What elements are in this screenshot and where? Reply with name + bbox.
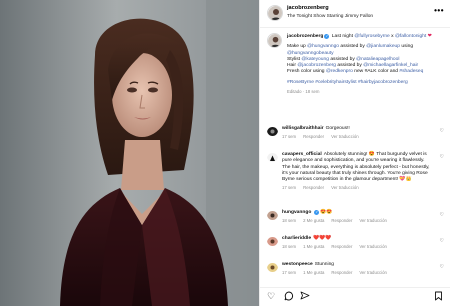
- comment-time: 18 sem: [282, 244, 297, 250]
- reply-button[interactable]: Responder: [303, 185, 324, 191]
- post-location[interactable]: The Tonight Show Starring Jimmy Fallon: [287, 14, 373, 19]
- comments-scroll-area[interactable]: jacobrozenberg ✓ Last night @fullyrosebyr…: [260, 29, 450, 287]
- verified-badge-icon: ✓: [314, 210, 320, 215]
- post-action-bar: ♡: [260, 287, 450, 306]
- reply-button[interactable]: Responder: [331, 270, 352, 276]
- hashtag-link[interactable]: #shadeseq: [399, 69, 423, 74]
- hashtags[interactable]: #RoseByrne #celebrityhairstylist #hairby…: [287, 80, 447, 86]
- more-options-icon[interactable]: •••: [434, 6, 444, 15]
- translate-button[interactable]: Ver traducción: [331, 185, 358, 191]
- mention-link[interactable]: @jianlumakeup: [366, 44, 400, 49]
- comment-icon[interactable]: [284, 291, 294, 303]
- commenter-avatar[interactable]: [267, 235, 278, 246]
- commenter-username[interactable]: hungvanngo: [282, 210, 311, 215]
- caption-username[interactable]: jacobrozenberg: [287, 34, 323, 39]
- reply-button[interactable]: Responder: [331, 218, 352, 224]
- commenter-username[interactable]: willisgalbraithhair: [282, 126, 324, 131]
- commenter-avatar[interactable]: [267, 261, 278, 272]
- post-photo[interactable]: [0, 0, 259, 306]
- reply-button[interactable]: Responder: [331, 244, 352, 250]
- comment-like-heart-icon[interactable]: ♡: [440, 212, 444, 218]
- comment-time: 17 sem: [282, 134, 297, 140]
- edited-timestamp: Editado · 18 sem: [287, 89, 320, 95]
- comment-body: charlieriddle ❤️❤️❤️ 18 sem 1 Me gusta Re…: [282, 236, 387, 250]
- post-header: jacobrozenberg The Tonight Show Starring…: [260, 0, 450, 28]
- post-modal: jacobrozenberg The Tonight Show Starring…: [0, 0, 450, 306]
- comment-likes[interactable]: 1 Me gusta: [303, 270, 324, 276]
- post-side-panel: jacobrozenberg The Tonight Show Starring…: [259, 0, 450, 306]
- comment-time: 17 sem: [282, 270, 297, 276]
- author-avatar[interactable]: [267, 5, 283, 21]
- commenter-username[interactable]: westonpeece: [282, 262, 313, 267]
- commenter-username[interactable]: cavapers_official: [282, 152, 322, 157]
- mention-link[interactable]: @kateyoung: [301, 57, 329, 62]
- reply-button[interactable]: Responder: [303, 134, 324, 140]
- heart-outline-icon[interactable]: ♡: [267, 291, 275, 301]
- comment-time: 18 sem: [282, 218, 297, 224]
- portrait-image: [0, 0, 259, 306]
- translate-button[interactable]: Ver traducción: [359, 218, 386, 224]
- mention-link[interactable]: @michaellagarfinkel_hair: [363, 63, 418, 68]
- comment-likes[interactable]: 1 Me gusta: [303, 244, 324, 250]
- comment-like-heart-icon[interactable]: ♡: [440, 264, 444, 270]
- commenter-username[interactable]: charlieriddle: [282, 236, 311, 241]
- comment-time: 17 sem: [282, 185, 297, 191]
- post-caption: jacobrozenberg ✓ Last night @fullyrosebyr…: [287, 34, 447, 95]
- mention-link[interactable]: @natalieapagelhool: [356, 57, 399, 62]
- share-icon[interactable]: [300, 291, 310, 303]
- commenter-avatar[interactable]: [267, 151, 278, 162]
- translate-button[interactable]: Ver traducción: [331, 134, 358, 140]
- mention-link[interactable]: @fallontonight: [395, 34, 426, 39]
- comment-likes[interactable]: 2 Me gusta: [303, 218, 324, 224]
- comment-like-heart-icon[interactable]: ♡: [440, 238, 444, 244]
- comment-like-heart-icon[interactable]: ♡: [440, 128, 444, 134]
- comment-body: westonpeece Stunning 17 sem 1 Me gusta Re…: [282, 262, 387, 276]
- author-username[interactable]: jacobrozenberg: [287, 5, 329, 11]
- mention-link[interactable]: @jacobrozenberg: [297, 63, 336, 68]
- comment-body: willisgalbraithhair Gorgeous!! 17 sem Res…: [282, 126, 359, 140]
- mention-link[interactable]: @redkenpro: [326, 69, 353, 74]
- verified-badge-icon: ✓: [324, 34, 330, 39]
- comment-body: cavapers_official Absolutely stunning! 😍 …: [282, 152, 430, 191]
- translate-button[interactable]: Ver traducción: [359, 270, 386, 276]
- bookmark-icon[interactable]: [434, 291, 443, 303]
- comment-body: hungvanngo ✓ 😍😍 18 sem 2 Me gusta Responde…: [282, 210, 387, 224]
- caption-author-avatar[interactable]: [267, 33, 282, 48]
- heart-emoji: ❤: [427, 34, 432, 39]
- mention-link[interactable]: @hungvanngo: [307, 44, 339, 49]
- comment-like-heart-icon[interactable]: ♡: [440, 154, 444, 160]
- mention-link[interactable]: @fullyrosebyrne: [354, 34, 389, 39]
- mention-link[interactable]: @hungvanngobeauty: [287, 51, 334, 56]
- commenter-avatar[interactable]: [267, 125, 278, 136]
- translate-button[interactable]: Ver traducción: [359, 244, 386, 250]
- commenter-avatar[interactable]: [267, 209, 278, 220]
